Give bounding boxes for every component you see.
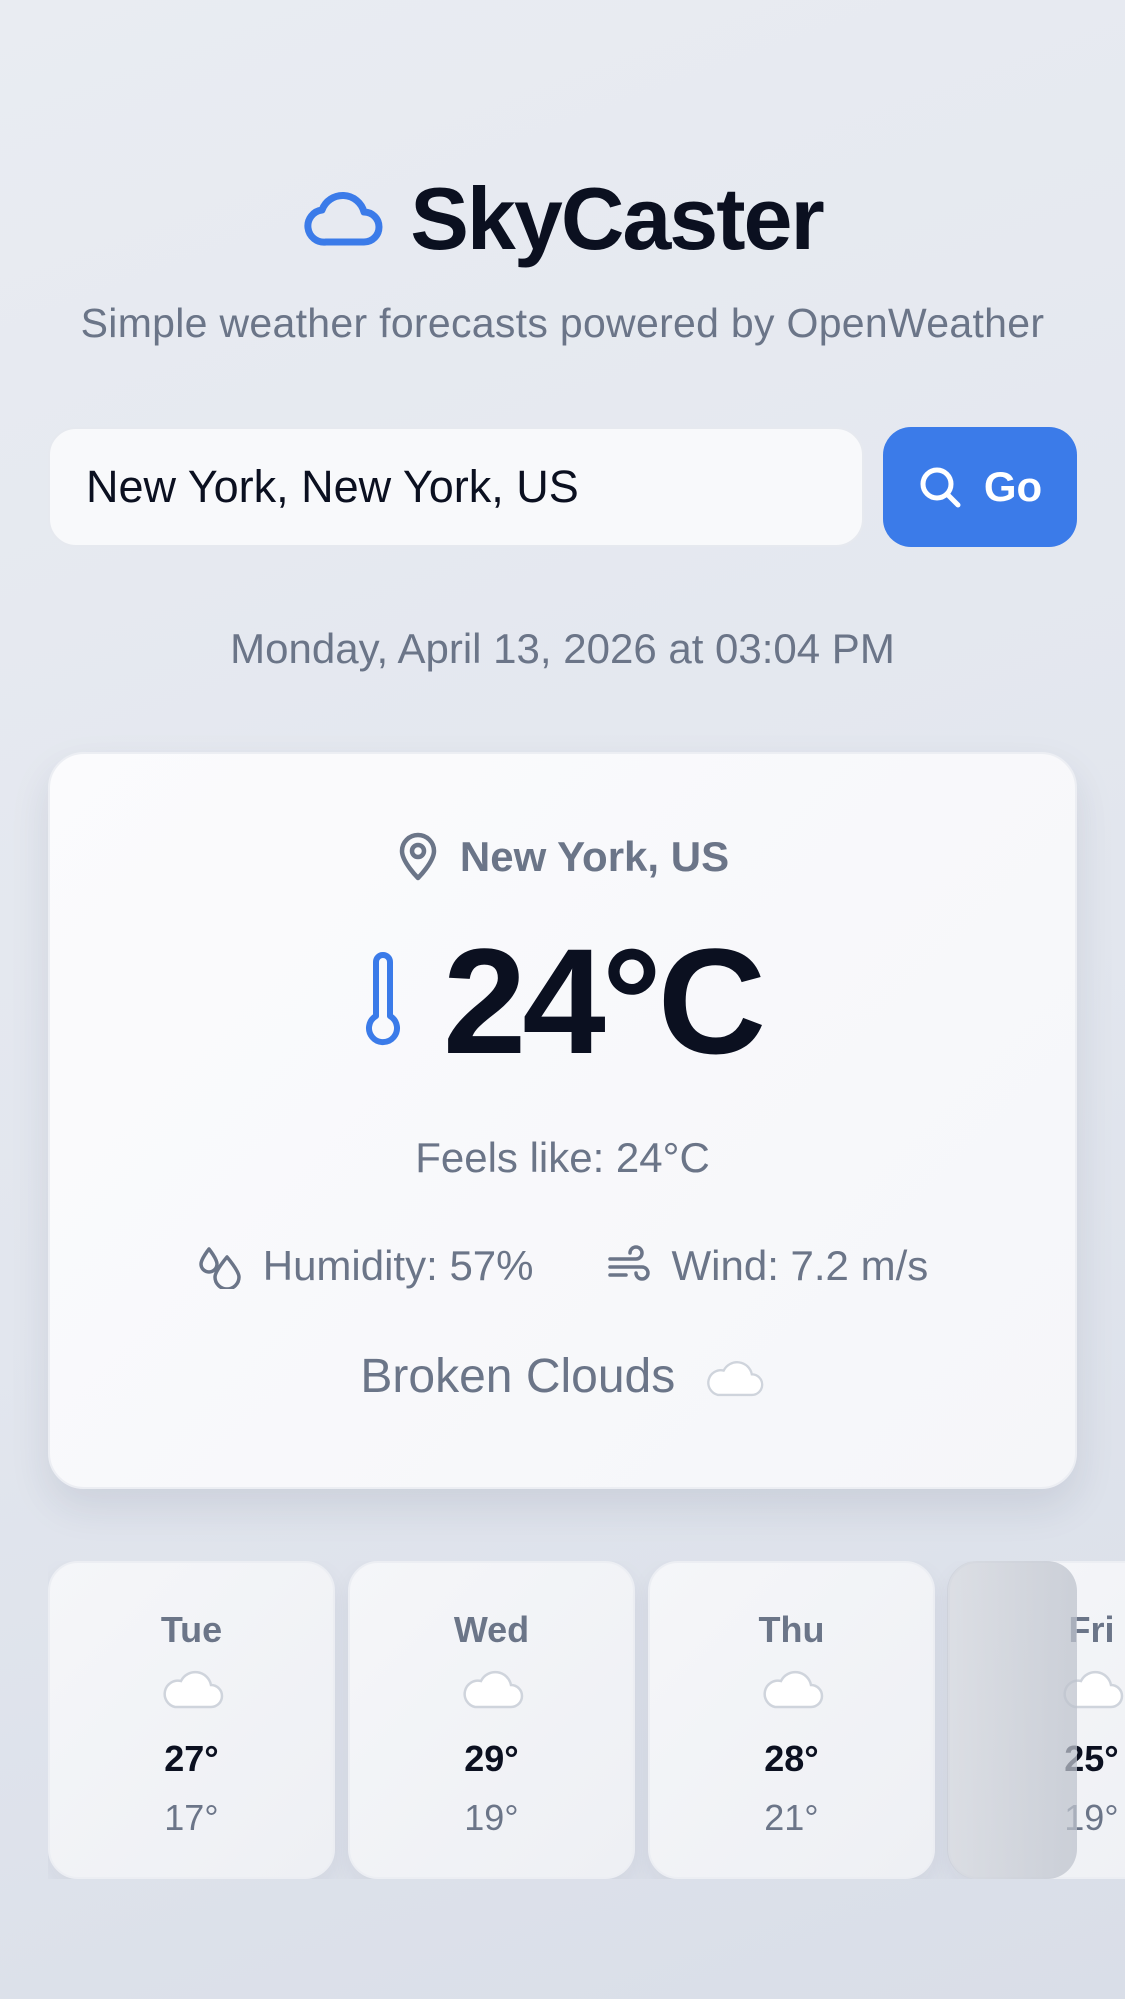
forecast-low: 21° (764, 1797, 819, 1838)
go-button[interactable]: Go (883, 427, 1077, 547)
forecast-low: 19° (1064, 1797, 1119, 1838)
forecast-card-fri[interactable]: Fri 25° 19° (948, 1561, 1125, 1879)
app-header: SkyCaster (0, 175, 1125, 263)
map-pin-icon (399, 832, 437, 881)
forecast-card-wed[interactable]: Wed 29° 19° (348, 1561, 635, 1879)
search-bar: Go (48, 427, 1077, 547)
forecast-day: Fri (1068, 1609, 1115, 1650)
temperature-row: 24°C (50, 926, 1075, 1076)
condition-label: Broken Clouds (360, 1350, 676, 1403)
humidity-label: Humidity: 57% (262, 1242, 534, 1289)
cloud-emoji-icon (762, 1670, 823, 1709)
forecast-low: 17° (164, 1797, 219, 1838)
location-row: New York, US (50, 832, 1075, 882)
wind-label: Wind: 7.2 m/s (671, 1242, 929, 1289)
temperature-value: 24°C (442, 917, 766, 1085)
forecast-card-thu[interactable]: Thu 28° 21° (648, 1561, 935, 1879)
forecast-day: Wed (453, 1609, 530, 1650)
stats-row: Humidity: 57% Wind: 7.2 m/s (50, 1242, 1075, 1290)
droplets-icon (198, 1247, 241, 1289)
cloud-emoji-icon (1062, 1670, 1123, 1709)
search-input[interactable] (48, 427, 864, 547)
app-title: SkyCaster (410, 169, 825, 268)
forecast-high: 27° (164, 1738, 219, 1779)
wind-stat: Wind: 7.2 m/s (606, 1242, 929, 1290)
cloud-icon (304, 191, 383, 246)
cloud-emoji-icon (462, 1670, 523, 1709)
forecast-card-tue[interactable]: Tue 27° 17° (48, 1561, 335, 1879)
cloud-emoji-icon (162, 1670, 223, 1709)
forecast-low: 19° (464, 1797, 519, 1838)
search-icon (920, 467, 961, 508)
forecast-strip[interactable]: Tue 27° 17° Wed 29° 19° Thu 28° 21° Fri … (48, 1561, 1125, 1879)
current-weather-card: New York, US 24°C Feels like: 24°C Humid… (48, 752, 1077, 1489)
forecast-day: Tue (160, 1609, 223, 1650)
condition-row: Broken Clouds (50, 1349, 1075, 1404)
location-label: New York, US (459, 833, 730, 880)
current-datetime: Monday, April 13, 2026 at 03:04 PM (230, 625, 895, 672)
forecast-high: 28° (764, 1738, 819, 1779)
forecast-high: 29° (464, 1738, 519, 1779)
thermometer-icon (365, 952, 400, 1046)
cloud-emoji-icon (706, 1361, 763, 1397)
feels-like: Feels like: 24°C (415, 1134, 710, 1181)
humidity-stat: Humidity: 57% (197, 1242, 534, 1290)
wind-icon (607, 1245, 650, 1281)
app-subtitle: Simple weather forecasts powered by Open… (80, 300, 1045, 346)
forecast-high: 25° (1064, 1738, 1119, 1779)
forecast-day: Thu (758, 1609, 825, 1650)
go-button-label: Go (983, 463, 1043, 510)
